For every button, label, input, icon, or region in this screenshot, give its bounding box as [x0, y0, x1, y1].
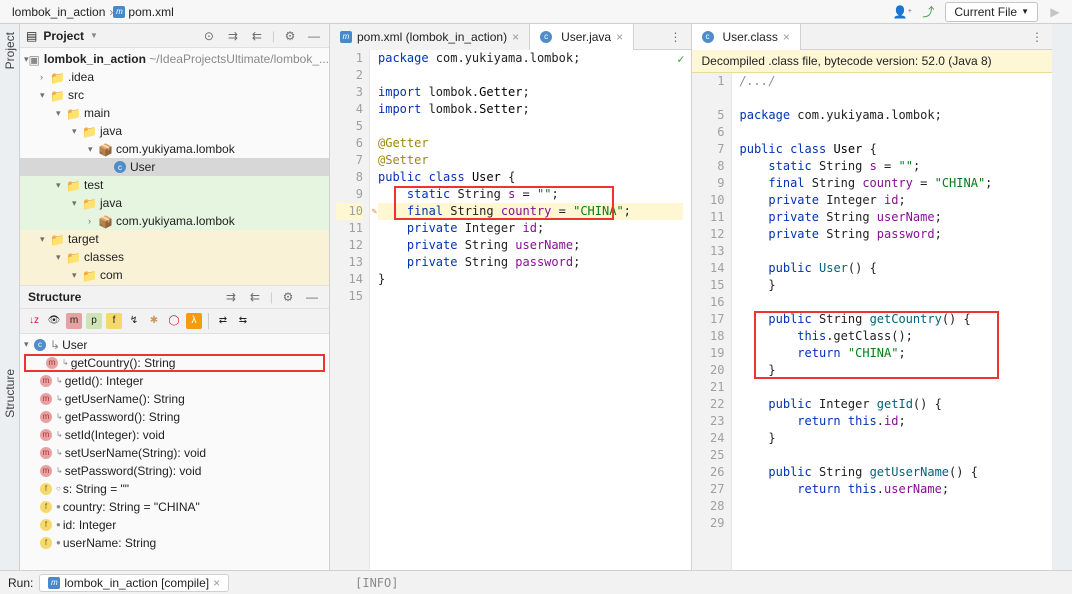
- breadcrumb-project[interactable]: lombok_in_action: [8, 5, 109, 19]
- structure-member[interactable]: m↳setPassword(String): void: [20, 462, 329, 480]
- class-icon: c: [540, 31, 552, 43]
- autoscroll-from-icon[interactable]: ⇆: [235, 313, 251, 329]
- structure-field[interactable]: f○s: String = "": [20, 480, 329, 498]
- build-icon[interactable]: ⤴: [919, 3, 937, 21]
- structure-title: Structure: [28, 290, 81, 304]
- structure-class[interactable]: ▾c↳ User: [20, 336, 329, 354]
- structure-field[interactable]: f●country: String = "CHINA": [20, 498, 329, 516]
- run-label: Run:: [8, 576, 33, 590]
- filter-methods-icon[interactable]: m: [66, 313, 82, 329]
- project-view-icon: ▤: [26, 29, 37, 43]
- breadcrumb-file[interactable]: m pom.xml: [113, 5, 173, 19]
- tab-pom[interactable]: m pom.xml (lombok_in_action) ×: [330, 24, 530, 50]
- autoscroll-src-icon[interactable]: ⇄: [215, 313, 231, 329]
- editor-left-tabs: m pom.xml (lombok_in_action) × c User.ja…: [330, 24, 691, 50]
- filter-properties-icon[interactable]: p: [86, 313, 102, 329]
- hide-panel-icon[interactable]: —: [303, 288, 321, 306]
- close-icon[interactable]: ×: [783, 30, 790, 44]
- project-panel-title[interactable]: Project: [43, 29, 84, 43]
- filter-anon-icon[interactable]: ✱: [146, 313, 162, 329]
- more-icon[interactable]: ⋮: [1028, 28, 1046, 46]
- editor-left: m pom.xml (lombok_in_action) × c User.ja…: [330, 24, 692, 570]
- project-tree[interactable]: ▾▣ lombok_in_action ~/IdeaProjectsUltima…: [20, 48, 329, 285]
- gutter-right: 1567891011121314151617181920212223242526…: [692, 73, 732, 570]
- close-icon[interactable]: ×: [616, 30, 623, 44]
- structure-field[interactable]: f●userName: String: [20, 534, 329, 552]
- select-opened-icon[interactable]: ⊙: [200, 27, 218, 45]
- code-editor-left[interactable]: 123456789 10✎ 1112131415 package com.yuk…: [330, 50, 691, 570]
- check-icon: ✓: [677, 52, 684, 66]
- structure-panel-header: Structure ⇉ ⇇ | ⚙ —: [20, 285, 329, 309]
- collapse-all-icon[interactable]: ⇇: [248, 27, 266, 45]
- run-config-dropdown[interactable]: Current File ▼: [945, 2, 1038, 22]
- chevron-down-icon[interactable]: ▼: [90, 31, 98, 40]
- tree-test[interactable]: ▾📁test: [20, 176, 329, 194]
- maven-icon: m: [113, 6, 125, 18]
- run-tool-window-header: Run: m lombok_in_action [compile] × [INF…: [0, 570, 1072, 594]
- right-tool-rail: [1052, 24, 1072, 570]
- left-tool-rail: Project Structure: [0, 24, 20, 570]
- user-add-icon[interactable]: 👤+: [893, 3, 911, 21]
- tree-src[interactable]: ▾📁src: [20, 86, 329, 104]
- tree-classes[interactable]: ▾📁classes: [20, 248, 329, 266]
- maven-icon: m: [48, 577, 60, 589]
- structure-member[interactable]: m↳getUserName(): String: [20, 390, 329, 408]
- gear-icon[interactable]: ⚙: [279, 288, 297, 306]
- tree-root[interactable]: ▾▣ lombok_in_action ~/IdeaProjectsUltima…: [20, 50, 329, 68]
- structure-member[interactable]: m↳setUserName(String): void: [20, 444, 329, 462]
- breadcrumb-bar: lombok_in_action › m pom.xml 👤+ ⤴ Curren…: [0, 0, 1072, 24]
- project-tool-tab[interactable]: Project: [3, 32, 17, 69]
- filter-fields-icon[interactable]: f: [106, 313, 122, 329]
- structure-tool-tab[interactable]: Structure: [3, 369, 17, 418]
- structure-member[interactable]: m↳getId(): Integer: [20, 372, 329, 390]
- more-icon[interactable]: ⋮: [667, 28, 685, 46]
- tree-com[interactable]: ▾📁com: [20, 266, 329, 284]
- tree-java2[interactable]: ▾📁java: [20, 194, 329, 212]
- sort-az-icon[interactable]: ↓z: [26, 313, 42, 329]
- tree-user-class[interactable]: cUser: [20, 158, 329, 176]
- tree-idea[interactable]: ›📁.idea: [20, 68, 329, 86]
- expand-all-icon[interactable]: ⇉: [224, 27, 242, 45]
- sort-vis-icon[interactable]: 👁: [46, 313, 62, 329]
- structure-member[interactable]: m↳setId(Integer): void: [20, 426, 329, 444]
- editor-right: c User.class × ⋮ Decompiled .class file,…: [692, 24, 1053, 570]
- code-editor-right[interactable]: 1567891011121314151617181920212223242526…: [692, 73, 1053, 570]
- tree-pkg1[interactable]: ▾📦com.yukiyama.lombok: [20, 140, 329, 158]
- tree-main[interactable]: ▾📁main: [20, 104, 329, 122]
- filter-circle-icon[interactable]: ◯: [166, 313, 182, 329]
- project-panel-header: ▤ Project ▼ ⊙ ⇉ ⇇ | ⚙ —: [20, 24, 329, 48]
- class-icon: c: [702, 31, 714, 43]
- gutter-left: 123456789 10✎ 1112131415: [330, 50, 370, 570]
- tree-target[interactable]: ▾📁target: [20, 230, 329, 248]
- run-config-label: Current File: [954, 5, 1017, 19]
- tab-user-class[interactable]: c User.class ×: [692, 24, 801, 50]
- close-icon[interactable]: ×: [512, 30, 519, 44]
- structure-tree[interactable]: ▾c↳ User m↳getCountry(): String m↳getId(…: [20, 334, 329, 571]
- run-play-icon[interactable]: ▶: [1046, 3, 1064, 21]
- structure-member-getCountry[interactable]: m↳getCountry(): String: [24, 354, 325, 372]
- chevron-down-icon: ▼: [1021, 7, 1029, 16]
- tree-java1[interactable]: ▾📁java: [20, 122, 329, 140]
- structure-field[interactable]: f●id: Integer: [20, 516, 329, 534]
- decompiled-banner: Decompiled .class file, bytecode version…: [692, 50, 1053, 73]
- structure-toolbar: ↓z 👁 m p f ↯ ✱ ◯ λ ⇄ ⇆: [20, 309, 329, 334]
- hide-panel-icon[interactable]: —: [305, 27, 323, 45]
- close-icon[interactable]: ×: [213, 576, 220, 590]
- gear-icon[interactable]: ⚙: [281, 27, 299, 45]
- log-fragment: [INFO]: [355, 576, 398, 590]
- tree-pkg2[interactable]: ›📦com.yukiyama.lombok: [20, 212, 329, 230]
- filter-lambda-icon[interactable]: λ: [186, 313, 202, 329]
- tab-user-java[interactable]: c User.java ×: [530, 24, 634, 50]
- run-tab[interactable]: m lombok_in_action [compile] ×: [39, 574, 229, 592]
- editor-right-tabs: c User.class × ⋮: [692, 24, 1053, 50]
- structure-member[interactable]: m↳getPassword(): String: [20, 408, 329, 426]
- collapse-icon[interactable]: ⇇: [246, 288, 264, 306]
- expand-icon[interactable]: ⇉: [222, 288, 240, 306]
- maven-icon: m: [340, 31, 352, 43]
- filter-inherited-icon[interactable]: ↯: [126, 313, 142, 329]
